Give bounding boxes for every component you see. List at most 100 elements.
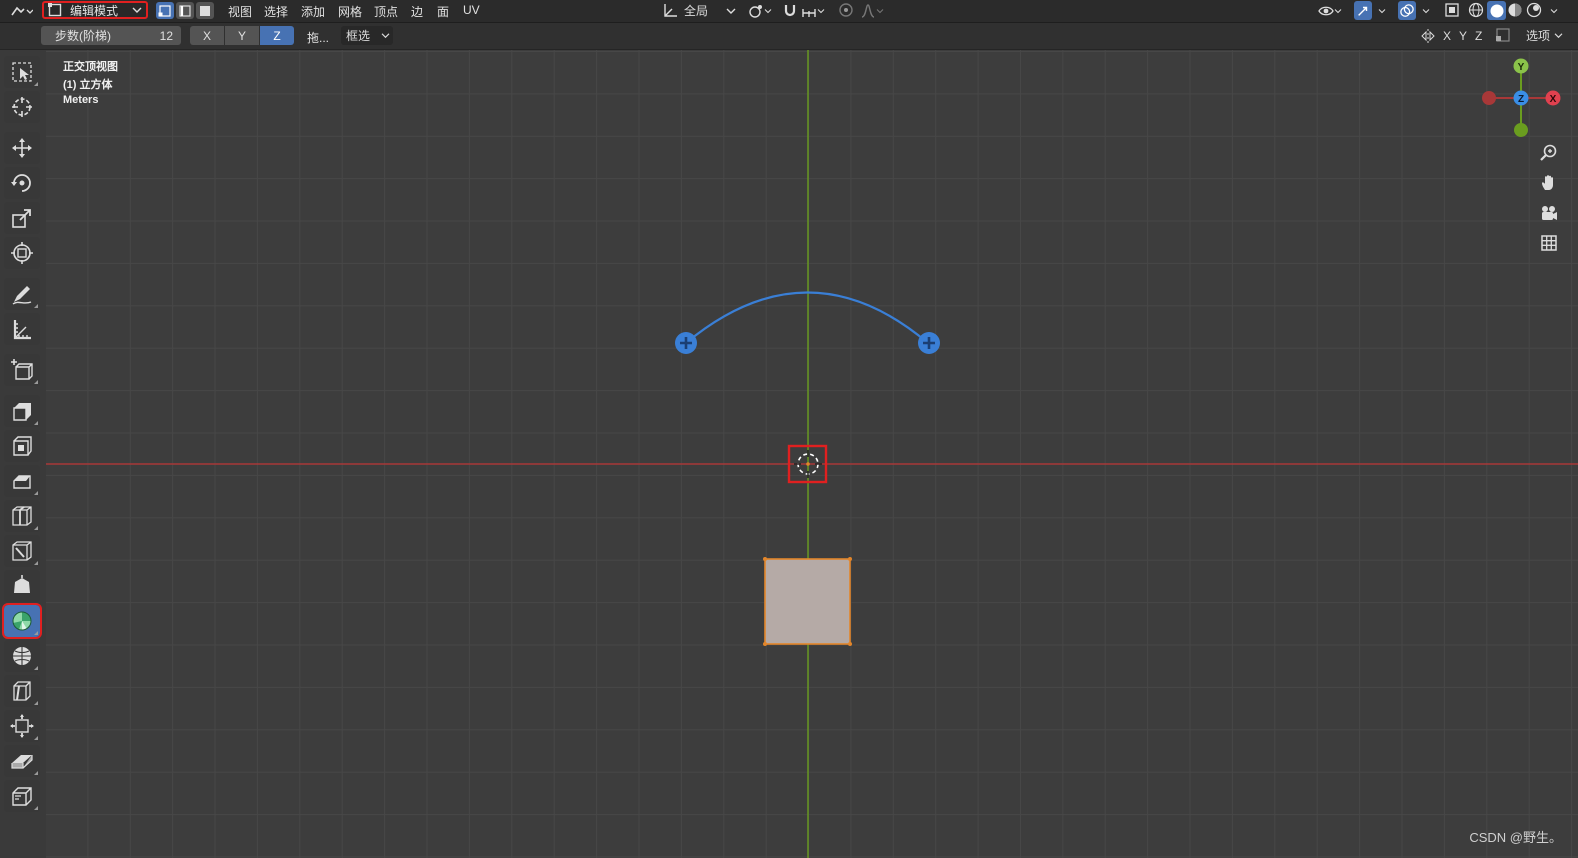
add-cube-icon	[11, 359, 33, 380]
tool-annotate[interactable]	[4, 278, 40, 310]
proportional-edit-icon	[839, 3, 853, 17]
menu-mesh[interactable]: 网格	[338, 3, 362, 20]
auto-merge-toggle[interactable]	[1495, 27, 1513, 45]
mirror-x[interactable]: X	[1443, 29, 1451, 43]
tool-move[interactable]	[4, 132, 40, 164]
tool-add-cube[interactable]	[4, 354, 40, 386]
menu-face[interactable]: 面	[437, 3, 449, 20]
tool-rip-region[interactable]	[4, 780, 40, 812]
menu-vertex[interactable]: 顶点	[374, 3, 398, 20]
overlays-toggle[interactable]	[1398, 1, 1416, 20]
ruler-icon	[13, 320, 31, 340]
pencil-icon	[12, 286, 32, 305]
spin-handle-left[interactable]	[675, 332, 697, 354]
axis-z-button[interactable]: Z	[260, 26, 294, 45]
chevron-down-icon	[381, 33, 390, 39]
menu-view[interactable]: 视图	[228, 3, 252, 20]
shading-wireframe[interactable]	[1468, 2, 1486, 19]
tool-inset-faces[interactable]	[4, 430, 40, 462]
cursor-icon	[12, 97, 32, 117]
pan-button[interactable]	[1535, 170, 1563, 196]
tool-loop-cut[interactable]	[4, 500, 40, 532]
editor-type-button[interactable]	[6, 2, 36, 19]
select-mode-dropdown[interactable]: 框选	[341, 26, 393, 45]
axis-y-button[interactable]: Y	[225, 26, 259, 45]
shading-rendered[interactable]	[1526, 2, 1544, 19]
tool-shear[interactable]	[4, 745, 40, 777]
tool-bevel[interactable]	[4, 465, 40, 497]
snap-toggle[interactable]	[782, 2, 800, 19]
navigation-gizmo[interactable]: Y X Z	[1476, 54, 1566, 144]
tool-knife[interactable]	[4, 535, 40, 567]
tool-smooth[interactable]	[4, 640, 40, 672]
select-box-icon	[12, 62, 32, 82]
options-label: 选项	[1526, 29, 1551, 43]
chevron-down-icon[interactable]	[1378, 8, 1386, 14]
shading-solid[interactable]	[1487, 1, 1506, 20]
chevron-down-icon[interactable]	[1422, 8, 1430, 14]
axis-x-button[interactable]: X	[190, 26, 224, 45]
edge-select-icon	[179, 4, 191, 17]
pivot-dropdown[interactable]	[748, 2, 774, 19]
bevel-icon	[13, 475, 31, 489]
face-select-button[interactable]	[196, 2, 214, 19]
tool-edge-slide[interactable]	[4, 675, 40, 707]
knife-icon	[12, 541, 32, 561]
auto-merge-icon	[1496, 28, 1510, 42]
mirror-y[interactable]: Y	[1459, 29, 1467, 43]
shading-material[interactable]	[1507, 2, 1525, 19]
face-select-icon	[200, 5, 210, 16]
chevron-down-icon	[1554, 33, 1563, 39]
menu-uv[interactable]: UV	[463, 3, 480, 17]
mode-select-label: 编辑模式	[70, 3, 119, 18]
camera-view-button[interactable]	[1535, 200, 1563, 226]
steps-value: 12	[159, 28, 173, 43]
orientation-dropdown[interactable]: 全局	[662, 1, 738, 20]
menu-select[interactable]: 选择	[264, 3, 288, 20]
falloff-dropdown[interactable]	[860, 2, 888, 19]
tool-measure[interactable]	[4, 313, 40, 345]
tool-select-box[interactable]	[4, 56, 40, 88]
mirror-toggle[interactable]	[1420, 28, 1438, 44]
gizmo-toggle[interactable]	[1354, 1, 1372, 20]
cube-face[interactable]	[764, 558, 851, 645]
menu-edge[interactable]: 边	[411, 3, 423, 20]
visibility-dropdown[interactable]	[1318, 2, 1348, 19]
gizmo-neg-x[interactable]	[1482, 91, 1496, 105]
tool-scale[interactable]	[4, 202, 40, 234]
mode-select[interactable]: 编辑模式	[42, 1, 148, 19]
xray-toggle[interactable]	[1444, 2, 1462, 19]
options-dropdown[interactable]: 选项	[1520, 26, 1566, 45]
tool-spin[interactable]	[2, 603, 42, 639]
3d-viewport[interactable]: 正交顶视图 (1) 立方体 Meters	[46, 50, 1578, 858]
tool-cursor[interactable]	[4, 91, 40, 123]
zoom-button[interactable]	[1535, 140, 1563, 166]
gizmo-neg-y[interactable]	[1514, 123, 1528, 137]
chevron-down-icon	[817, 8, 825, 13]
steps-field[interactable]: 步数(阶梯) 12	[41, 26, 181, 45]
snap-target-dropdown[interactable]	[801, 2, 831, 19]
tool-poly-build[interactable]	[4, 570, 40, 602]
transform-icon	[11, 242, 33, 264]
tool-extrude-region[interactable]	[4, 395, 40, 427]
chevron-down-icon[interactable]	[1550, 8, 1558, 14]
edge-select-button[interactable]	[176, 2, 194, 19]
menu-add[interactable]: 添加	[301, 3, 325, 20]
tool-transform[interactable]	[4, 237, 40, 269]
spin-handle-right[interactable]	[918, 332, 940, 354]
3d-cursor-icon[interactable]	[787, 444, 828, 484]
falloff-curve-icon	[861, 3, 875, 18]
spin-arc-gizmo[interactable]	[685, 291, 929, 344]
inset-icon	[13, 436, 32, 456]
vertex-select-button[interactable]	[156, 2, 174, 19]
mirror-z[interactable]: Z	[1475, 29, 1482, 43]
proportional-edit-toggle[interactable]	[838, 2, 856, 19]
tool-rotate[interactable]	[4, 167, 40, 199]
drag-label: 拖...	[307, 31, 330, 45]
chevron-down-icon	[1334, 8, 1342, 13]
ortho-toggle-button[interactable]	[1535, 230, 1563, 256]
rendered-sphere-icon	[1526, 2, 1542, 18]
tool-shrink-fatten[interactable]	[4, 710, 40, 742]
solid-sphere-icon	[1490, 4, 1503, 17]
watermark: CSDN @野生。	[1469, 830, 1562, 845]
